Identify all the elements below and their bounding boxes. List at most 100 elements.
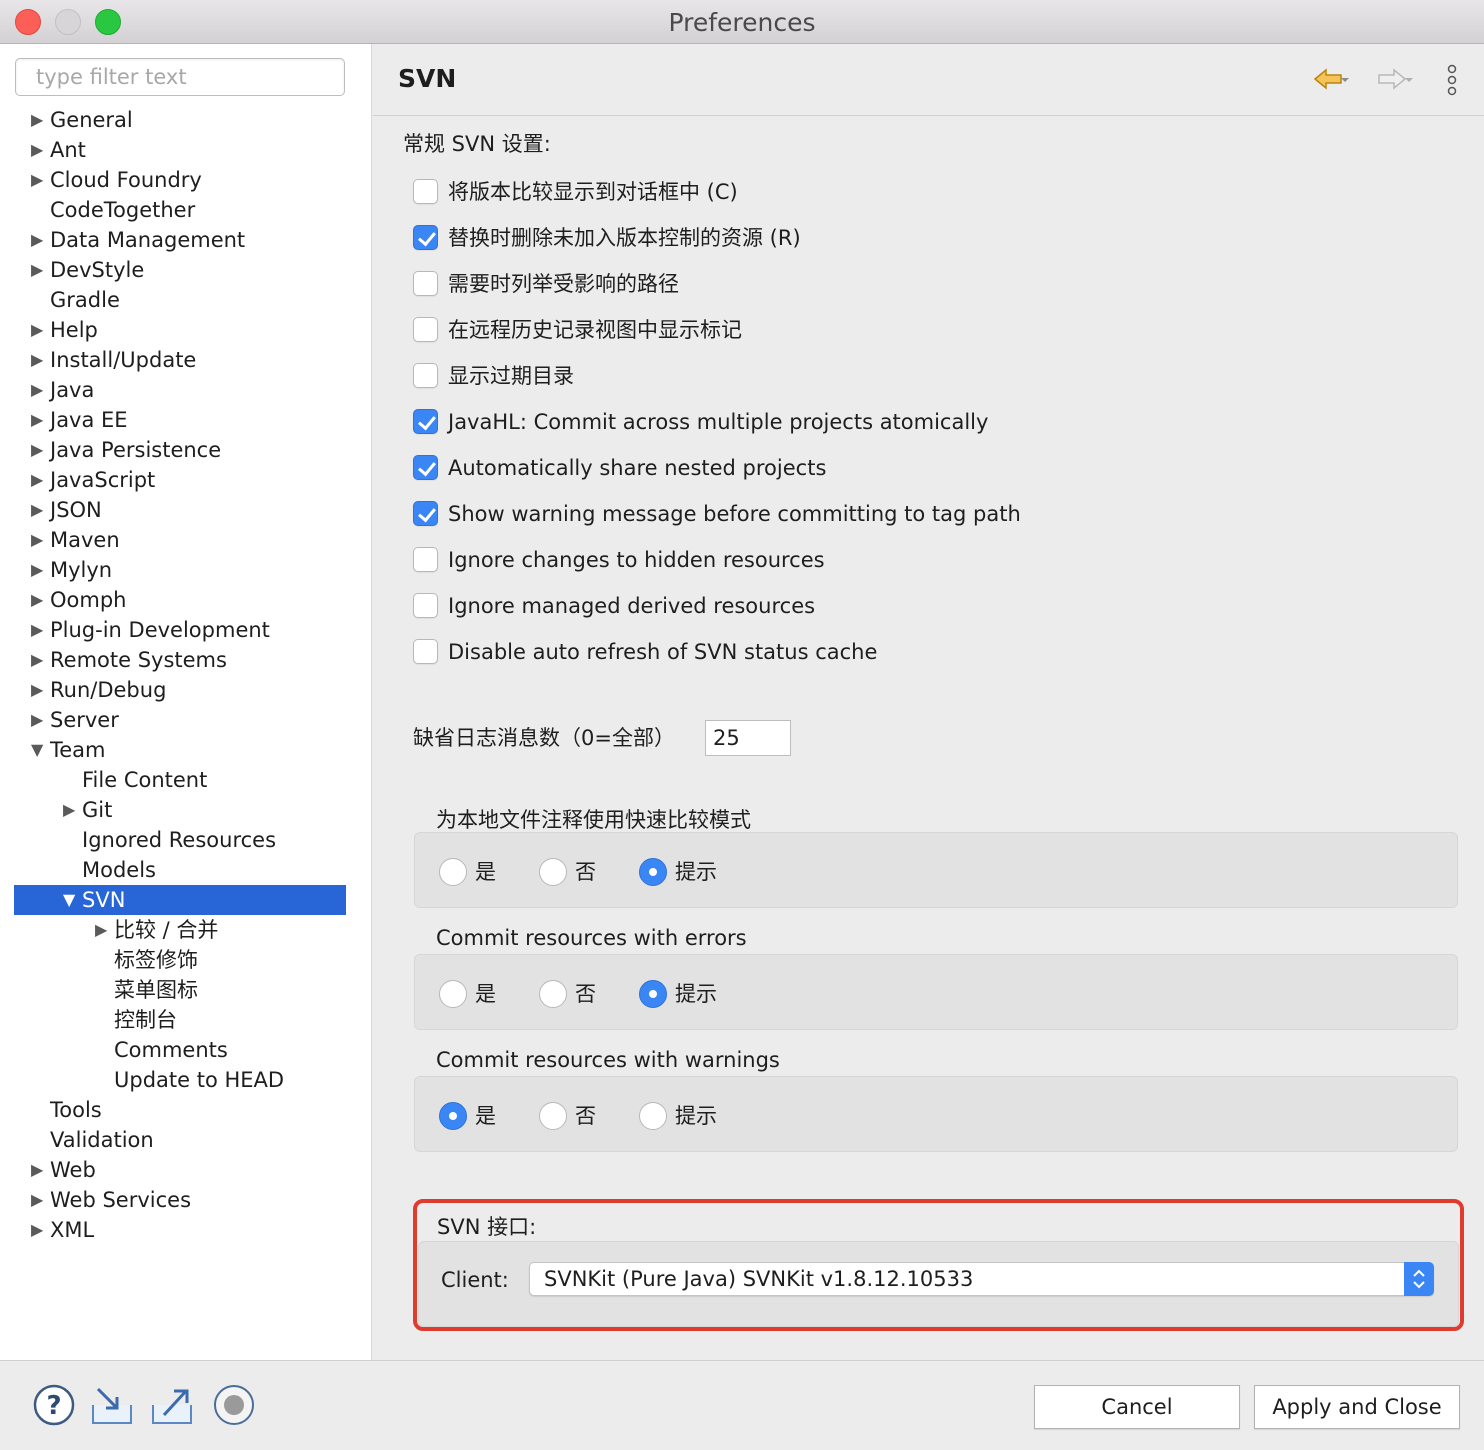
- collapsed-triangle-icon[interactable]: ▶: [31, 555, 49, 585]
- tree-item[interactable]: ▼ SVN: [14, 885, 346, 915]
- radio-button[interactable]: [439, 980, 467, 1008]
- tree-item[interactable]: 控制台: [14, 1005, 346, 1035]
- forward-arrow-icon[interactable]: [1377, 64, 1413, 96]
- tree-item[interactable]: 标签修饰: [14, 945, 346, 975]
- tree-item[interactable]: Validation: [14, 1125, 346, 1155]
- import-icon[interactable]: [90, 1383, 134, 1427]
- radio-button[interactable]: [639, 858, 667, 886]
- collapsed-triangle-icon[interactable]: ▶: [31, 435, 49, 465]
- tree-item[interactable]: ▶ Java Persistence: [14, 435, 346, 465]
- tree-item[interactable]: ▶ General: [14, 105, 346, 135]
- radio-button[interactable]: [539, 980, 567, 1008]
- collapsed-triangle-icon[interactable]: ▶: [95, 915, 113, 945]
- tree-item[interactable]: CodeTogether: [14, 195, 346, 225]
- radio-button[interactable]: [539, 1102, 567, 1130]
- tree-item[interactable]: ▶ Ant: [14, 135, 346, 165]
- collapsed-triangle-icon[interactable]: ▶: [31, 165, 49, 195]
- collapsed-triangle-icon[interactable]: ▶: [31, 645, 49, 675]
- expanded-triangle-icon[interactable]: ▼: [63, 885, 81, 915]
- log-messages-input[interactable]: [705, 720, 791, 756]
- tree-item[interactable]: ▶ JavaScript: [14, 465, 346, 495]
- checkbox[interactable]: [413, 317, 438, 342]
- tree-item[interactable]: ▶ Help: [14, 315, 346, 345]
- tree-item[interactable]: ▶ JSON: [14, 495, 346, 525]
- collapsed-triangle-icon[interactable]: ▶: [31, 615, 49, 645]
- collapsed-triangle-icon[interactable]: ▶: [31, 525, 49, 555]
- collapsed-triangle-icon[interactable]: ▶: [31, 105, 49, 135]
- filter-input[interactable]: [15, 58, 345, 96]
- collapsed-triangle-icon[interactable]: ▶: [31, 1185, 49, 1215]
- tree-item[interactable]: ▼ Team: [14, 735, 346, 765]
- collapsed-triangle-icon[interactable]: ▶: [31, 585, 49, 615]
- tree-item[interactable]: File Content: [14, 765, 346, 795]
- help-icon[interactable]: ?: [32, 1383, 76, 1427]
- radio-button[interactable]: [439, 858, 467, 886]
- back-arrow-icon[interactable]: [1313, 64, 1349, 96]
- collapsed-triangle-icon[interactable]: ▶: [31, 375, 49, 405]
- checkbox[interactable]: [413, 363, 438, 388]
- collapsed-triangle-icon[interactable]: ▶: [31, 1155, 49, 1185]
- tree-item[interactable]: Update to HEAD: [14, 1065, 346, 1095]
- checkbox[interactable]: [413, 639, 438, 664]
- tree-item-label: Update to HEAD: [114, 1068, 285, 1092]
- checkbox[interactable]: [413, 593, 438, 618]
- record-icon[interactable]: [212, 1383, 256, 1427]
- checkbox[interactable]: [413, 409, 438, 434]
- radio-button[interactable]: [439, 1102, 467, 1130]
- settings-pane: SVN 常规 SVN 设置: 将版本比较显示到对话框中 (C) 替换时删除未加入版…: [373, 44, 1484, 1360]
- tree-item[interactable]: ▶ Server: [14, 705, 346, 735]
- tree-item[interactable]: ▶ Java EE: [14, 405, 346, 435]
- tree-item[interactable]: ▶ Maven: [14, 525, 346, 555]
- view-menu-icon[interactable]: [1445, 64, 1459, 96]
- collapsed-triangle-icon[interactable]: ▶: [31, 675, 49, 705]
- collapsed-triangle-icon[interactable]: ▶: [31, 315, 49, 345]
- tree-item[interactable]: ▶ Remote Systems: [14, 645, 346, 675]
- tree-item[interactable]: 菜单图标: [14, 975, 346, 1005]
- collapsed-triangle-icon[interactable]: ▶: [31, 465, 49, 495]
- tree-item[interactable]: ▶ Run/Debug: [14, 675, 346, 705]
- collapsed-triangle-icon[interactable]: ▶: [31, 225, 49, 255]
- collapsed-triangle-icon[interactable]: ▶: [31, 705, 49, 735]
- radio-button[interactable]: [539, 858, 567, 886]
- tree-item[interactable]: Comments: [14, 1035, 346, 1065]
- updown-chevron-icon: [1404, 1262, 1434, 1296]
- collapsed-triangle-icon[interactable]: ▶: [31, 405, 49, 435]
- collapsed-triangle-icon[interactable]: ▶: [31, 345, 49, 375]
- tree-item[interactable]: ▶ Web Services: [14, 1185, 346, 1215]
- collapsed-triangle-icon[interactable]: ▶: [31, 135, 49, 165]
- apply-and-close-button[interactable]: Apply and Close: [1254, 1385, 1460, 1429]
- tree-item[interactable]: Models: [14, 855, 346, 885]
- checkbox[interactable]: [413, 547, 438, 572]
- tree-item[interactable]: ▶ Mylyn: [14, 555, 346, 585]
- tree-item[interactable]: ▶ Oomph: [14, 585, 346, 615]
- checkbox[interactable]: [413, 179, 438, 204]
- export-icon[interactable]: [150, 1383, 194, 1427]
- client-select[interactable]: SVNKit (Pure Java) SVNKit v1.8.12.10533: [529, 1262, 1434, 1296]
- tree-item[interactable]: ▶ Git: [14, 795, 346, 825]
- checkbox[interactable]: [413, 225, 438, 250]
- collapsed-triangle-icon[interactable]: ▶: [31, 255, 49, 285]
- tree-item[interactable]: Tools: [14, 1095, 346, 1125]
- collapsed-triangle-icon[interactable]: ▶: [31, 1215, 49, 1245]
- tree-item[interactable]: ▶ Install/Update: [14, 345, 346, 375]
- tree-item[interactable]: ▶ Plug-in Development: [14, 615, 346, 645]
- checkbox[interactable]: [413, 455, 438, 480]
- radio-button[interactable]: [639, 980, 667, 1008]
- tree-item[interactable]: Ignored Resources: [14, 825, 346, 855]
- checkbox[interactable]: [413, 501, 438, 526]
- tree-item[interactable]: ▶ Cloud Foundry: [14, 165, 346, 195]
- tree-item[interactable]: ▶ Web: [14, 1155, 346, 1185]
- cancel-button[interactable]: Cancel: [1034, 1385, 1240, 1429]
- expanded-triangle-icon[interactable]: ▼: [31, 735, 49, 765]
- tree-item[interactable]: Gradle: [14, 285, 346, 315]
- tree-item[interactable]: ▶ Data Management: [14, 225, 346, 255]
- tree-item[interactable]: ▶ 比较 / 合并: [14, 915, 346, 945]
- checkbox[interactable]: [413, 271, 438, 296]
- tree-item-label: Ignored Resources: [82, 828, 277, 852]
- collapsed-triangle-icon[interactable]: ▶: [63, 795, 81, 825]
- tree-item[interactable]: ▶ Java: [14, 375, 346, 405]
- radio-button[interactable]: [639, 1102, 667, 1130]
- tree-item[interactable]: ▶ DevStyle: [14, 255, 346, 285]
- tree-item[interactable]: ▶ XML: [14, 1215, 346, 1245]
- collapsed-triangle-icon[interactable]: ▶: [31, 495, 49, 525]
